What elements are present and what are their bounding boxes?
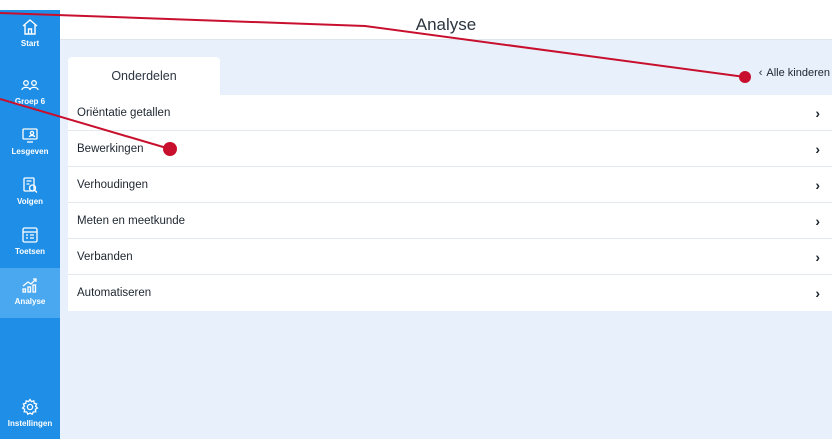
- list-item[interactable]: Verhoudingen ›: [68, 167, 832, 203]
- sidebar-item-label: Groep 6: [14, 97, 46, 106]
- list-item[interactable]: Oriëntatie getallen ›: [68, 95, 832, 131]
- sidebar-item-groep[interactable]: Groep 6: [0, 68, 60, 118]
- sidebar-item-label: Instellingen: [7, 419, 53, 428]
- chevron-right-icon: ›: [815, 140, 820, 157]
- list-item-label: Verhoudingen: [77, 178, 148, 191]
- chevron-right-icon: ›: [815, 176, 820, 193]
- list-item[interactable]: Meten en meetkunde ›: [68, 203, 832, 239]
- list-item-label: Meten en meetkunde: [77, 214, 186, 227]
- chevron-right-icon: ›: [815, 248, 820, 265]
- list-item[interactable]: Automatiseren ›: [68, 275, 832, 311]
- sidebar-item-toetsen[interactable]: Toetsen: [0, 218, 60, 268]
- sidebar-item-volgen[interactable]: Volgen: [0, 168, 60, 218]
- gear-icon: [20, 397, 40, 417]
- sidebar-item-label: Analyse: [14, 297, 46, 306]
- chevron-right-icon: ›: [815, 104, 820, 121]
- header: Analyse: [60, 10, 832, 40]
- test-icon: [20, 225, 40, 245]
- sidebar-item-label: Start: [20, 39, 40, 48]
- group-icon: [20, 75, 40, 95]
- sidebar-item-analyse[interactable]: Analyse: [0, 268, 60, 318]
- list-item-label: Verbanden: [77, 250, 133, 263]
- category-list: Oriëntatie getallen › Bewerkingen › Verh…: [68, 95, 832, 311]
- home-icon: [20, 17, 40, 37]
- page-title: Analyse: [415, 15, 477, 34]
- main-content: Onderdelen ‹ Alle kinderen Oriëntatie ge…: [60, 40, 832, 439]
- teach-icon: [20, 125, 40, 145]
- sidebar-item-label: Lesgeven: [11, 147, 49, 156]
- chevron-right-icon: ›: [815, 285, 820, 301]
- list-item-label: Automatiseren: [77, 287, 152, 299]
- follow-icon: [20, 175, 40, 195]
- sidebar-item-lesgeven[interactable]: Lesgeven: [0, 118, 60, 168]
- back-link-label: Alle kinderen: [766, 67, 830, 79]
- list-item[interactable]: Bewerkingen ›: [68, 131, 832, 167]
- list-item-label: Oriëntatie getallen: [77, 106, 171, 119]
- analysis-icon: [20, 275, 40, 295]
- list-item-label: Bewerkingen: [77, 142, 144, 155]
- tab-label: Onderdelen: [111, 69, 177, 83]
- sidebar-item-start[interactable]: Start: [0, 10, 60, 60]
- sidebar-item-label: Volgen: [16, 197, 44, 206]
- sidebar-item-instellingen[interactable]: Instellingen: [0, 390, 60, 440]
- chevron-right-icon: ›: [815, 212, 820, 229]
- tab-onderdelen[interactable]: Onderdelen: [68, 57, 220, 95]
- sidebar-item-label: Toetsen: [14, 247, 46, 256]
- sidebar: Start Groep 6 Lesgeven Volgen Toetsen An…: [0, 10, 60, 439]
- list-item[interactable]: Verbanden ›: [68, 239, 832, 275]
- back-link[interactable]: ‹ Alle kinderen: [759, 67, 830, 79]
- chevron-left-icon: ‹: [758, 67, 763, 79]
